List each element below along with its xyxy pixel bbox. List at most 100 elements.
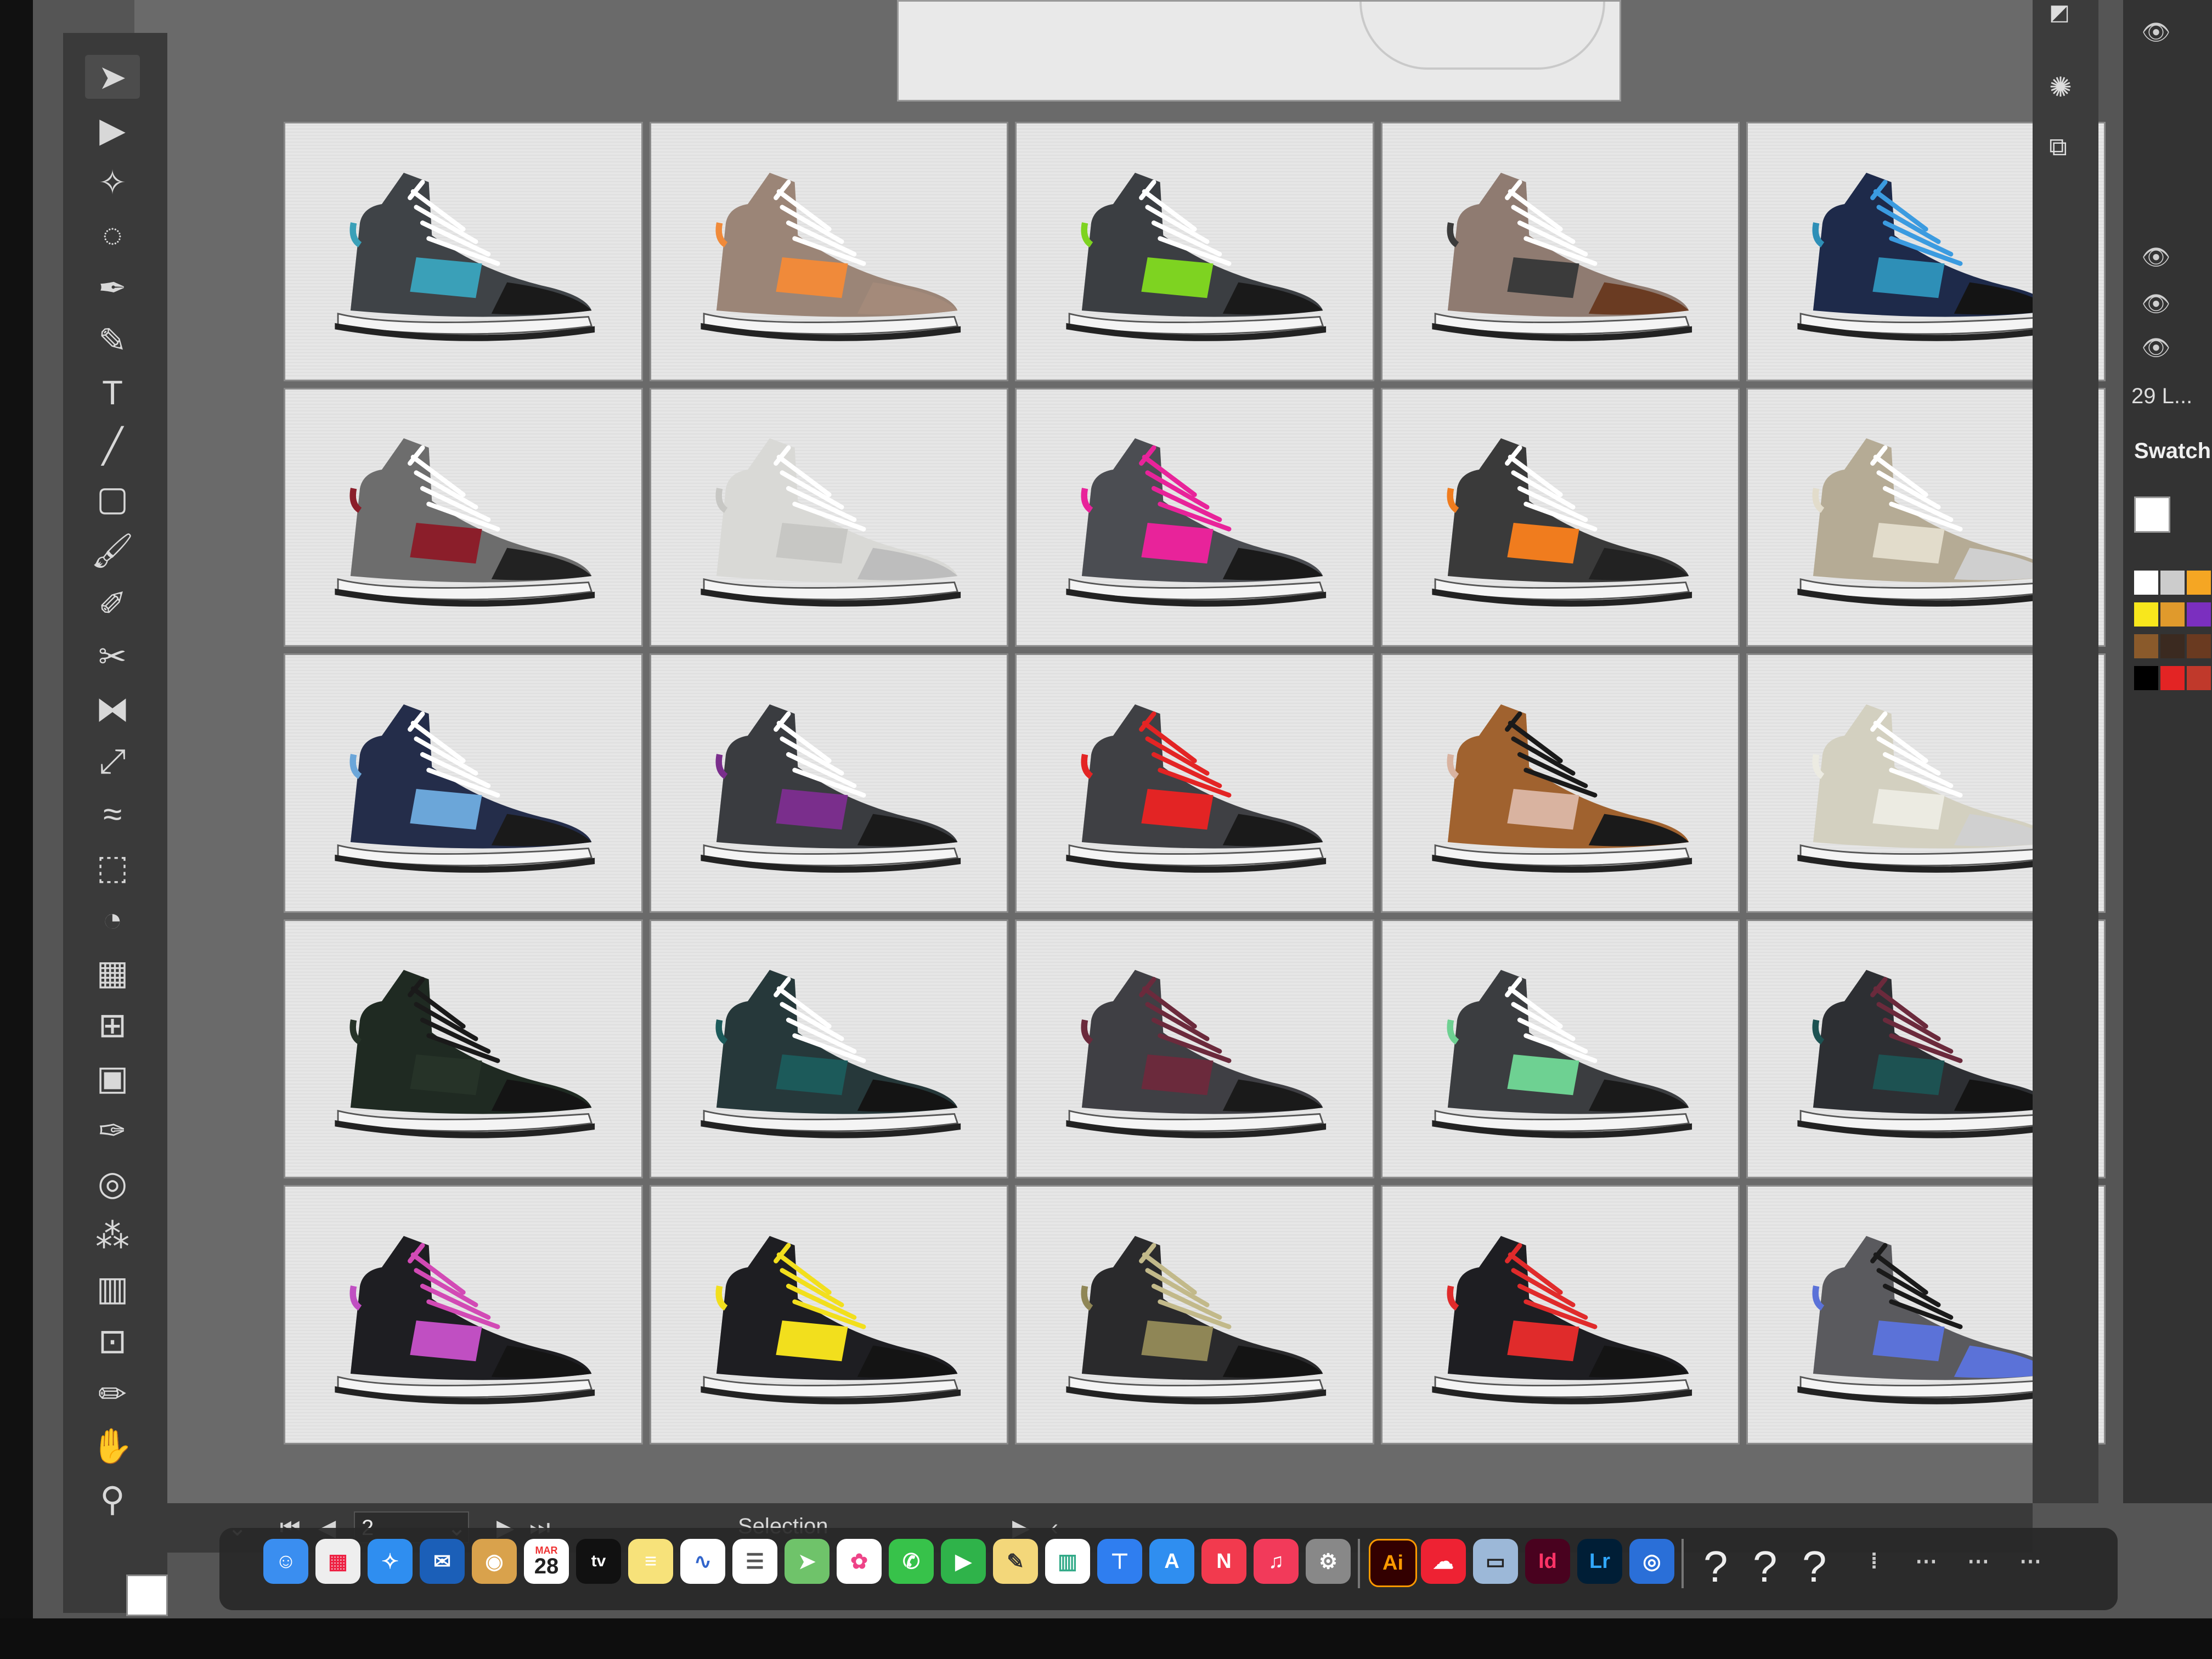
reflect-tool[interactable]: ⧓ xyxy=(85,687,140,731)
magic-wand-tool[interactable]: ✧ xyxy=(85,160,140,204)
artboard-colorway[interactable] xyxy=(651,921,1007,1177)
messages-icon[interactable]: ✆ xyxy=(889,1539,934,1584)
symbol-sprayer-tool[interactable]: ⁂ xyxy=(85,1214,140,1257)
eye-icon[interactable]: 👁 xyxy=(2140,335,2172,362)
mesh-tool[interactable]: ⊞ xyxy=(85,1003,140,1047)
fill-stroke-none-icon[interactable] xyxy=(2134,496,2170,533)
color-swatch[interactable] xyxy=(2134,666,2158,690)
shaper-tool[interactable]: ✐ xyxy=(85,582,140,625)
transform-panel-icon[interactable]: ⧉ xyxy=(2049,132,2082,165)
folder-stack-icon[interactable]: ⋯ xyxy=(1956,1539,2001,1584)
direct-selection-tool[interactable]: ▶ xyxy=(85,108,140,151)
system-settings-icon[interactable]: ⚙ xyxy=(1306,1539,1351,1584)
artboard-colorway[interactable] xyxy=(1017,389,1373,646)
width-tool[interactable]: ≈ xyxy=(85,792,140,836)
line-segment-tool[interactable]: ╱ xyxy=(85,424,140,467)
safari-icon[interactable]: ✧ xyxy=(368,1539,413,1584)
color-swatch[interactable] xyxy=(2187,666,2211,690)
artboard-colorway[interactable] xyxy=(1382,1187,1739,1443)
artboard-colorway[interactable] xyxy=(1382,921,1739,1177)
scissors-tool[interactable]: ✂ xyxy=(85,634,140,678)
artboard-colorway[interactable] xyxy=(1382,123,1739,380)
fill-stroke-indicator[interactable] xyxy=(126,1575,168,1616)
folder-stack-icon[interactable]: ⋯ xyxy=(1904,1539,1949,1584)
unknown-app-icon[interactable]: ? xyxy=(1753,1542,1778,1592)
eye-icon[interactable]: 👁 xyxy=(2140,291,2172,318)
slice-tool[interactable]: ✏ xyxy=(85,1372,140,1415)
downloads-stack-icon[interactable]: ⁞ xyxy=(1852,1539,1897,1584)
artboard-colorway[interactable] xyxy=(651,1187,1007,1443)
artboard-colorway[interactable] xyxy=(1017,1187,1373,1443)
folder-stack-icon[interactable]: ⋯ xyxy=(2008,1539,2053,1584)
color-swatch[interactable] xyxy=(2134,602,2158,627)
column-graph-tool[interactable]: ▥ xyxy=(85,1266,140,1310)
swatches-panel-title[interactable]: Swatch xyxy=(2134,439,2211,464)
artboard-outsole-sketch[interactable] xyxy=(897,0,1621,101)
app-store-icon[interactable]: A xyxy=(1149,1539,1194,1584)
blend-tool[interactable]: ◎ xyxy=(85,1161,140,1205)
numbers-icon[interactable]: ▥ xyxy=(1045,1539,1090,1584)
launchpad-icon[interactable]: ▦ xyxy=(315,1539,360,1584)
preview-icon[interactable]: ▭ xyxy=(1473,1539,1518,1584)
indesign-icon[interactable]: Id xyxy=(1525,1539,1570,1584)
selection-tool[interactable]: ➤ xyxy=(85,55,140,99)
zoom-tool[interactable]: ⚲ xyxy=(85,1477,140,1521)
artboard-colorway[interactable] xyxy=(1017,921,1373,1177)
artboard-colorway[interactable] xyxy=(1017,123,1373,380)
color-swatch[interactable] xyxy=(2187,571,2211,595)
type-tool[interactable]: T xyxy=(85,371,140,415)
scale-tool[interactable]: ⤢ xyxy=(85,740,140,783)
quicktime-icon[interactable]: ◎ xyxy=(1629,1539,1674,1584)
calendar-icon[interactable]: MAR 28 xyxy=(524,1539,569,1584)
keynote-icon[interactable]: ⊤ xyxy=(1097,1539,1142,1584)
color-swatch[interactable] xyxy=(2134,571,2158,595)
artboard-colorway[interactable] xyxy=(651,655,1007,911)
artboard-colorway[interactable] xyxy=(285,921,641,1177)
mail-icon[interactable]: ✉ xyxy=(420,1539,465,1584)
gradient-tool[interactable]: ▣ xyxy=(85,1056,140,1099)
document-canvas[interactable] xyxy=(134,0,2104,1503)
illustrator-icon[interactable]: Ai xyxy=(1369,1539,1417,1587)
artboard-colorway[interactable] xyxy=(285,655,641,911)
color-swatch[interactable] xyxy=(2160,571,2185,595)
color-swatch[interactable] xyxy=(2160,666,2185,690)
freeform-icon[interactable]: ∿ xyxy=(680,1539,725,1584)
pages-icon[interactable]: ✎ xyxy=(993,1539,1038,1584)
color-swatch[interactable] xyxy=(2160,634,2185,658)
free-transform-tool[interactable]: ⬚ xyxy=(85,845,140,889)
color-swatch[interactable] xyxy=(2160,602,2185,627)
apple-tv-icon[interactable]: tv xyxy=(576,1539,621,1584)
notes-icon[interactable]: ≡ xyxy=(628,1539,673,1584)
artboard-colorway[interactable] xyxy=(651,389,1007,646)
news-icon[interactable]: N xyxy=(1201,1539,1246,1584)
unknown-app-icon[interactable]: ? xyxy=(1703,1542,1728,1592)
color-swatch[interactable] xyxy=(2187,602,2211,627)
contacts-icon[interactable]: ◉ xyxy=(472,1539,517,1584)
reminders-icon[interactable]: ☰ xyxy=(732,1539,777,1584)
color-swatch[interactable] xyxy=(2187,634,2211,658)
eye-icon[interactable]: 👁 xyxy=(2140,19,2172,46)
eyedropper-tool[interactable]: ✑ xyxy=(85,1108,140,1152)
eye-icon[interactable]: 👁 xyxy=(2140,244,2172,271)
unknown-app-icon[interactable]: ? xyxy=(1802,1542,1827,1592)
artboard-colorway[interactable] xyxy=(1017,655,1373,911)
rectangle-tool[interactable]: ▢ xyxy=(85,476,140,520)
lasso-tool[interactable]: ◌ xyxy=(85,213,140,257)
photos-icon[interactable]: ✿ xyxy=(837,1539,882,1584)
curvature-tool[interactable]: ✎ xyxy=(85,318,140,362)
artboard-colorway[interactable] xyxy=(651,123,1007,380)
color-swatch[interactable] xyxy=(2134,634,2158,658)
artboard-colorway[interactable] xyxy=(1382,655,1739,911)
artboard-colorway[interactable] xyxy=(1382,389,1739,646)
shape-builder-tool[interactable]: ◔ xyxy=(85,898,140,941)
maps-icon[interactable]: ➤ xyxy=(785,1539,830,1584)
lightroom-icon[interactable]: Lr xyxy=(1577,1539,1622,1584)
artboard-colorway[interactable] xyxy=(285,389,641,646)
paintbrush-tool[interactable]: 🖌 xyxy=(85,529,140,573)
facetime-icon[interactable]: ▶ xyxy=(941,1539,986,1584)
pen-tool[interactable]: ✒ xyxy=(85,266,140,309)
creative-cloud-icon[interactable]: ☁ xyxy=(1421,1539,1466,1584)
perspective-grid-tool[interactable]: ▦ xyxy=(85,950,140,994)
music-icon[interactable]: ♫ xyxy=(1254,1539,1299,1584)
appearance-panel-icon[interactable]: ✺ xyxy=(2049,71,2082,104)
